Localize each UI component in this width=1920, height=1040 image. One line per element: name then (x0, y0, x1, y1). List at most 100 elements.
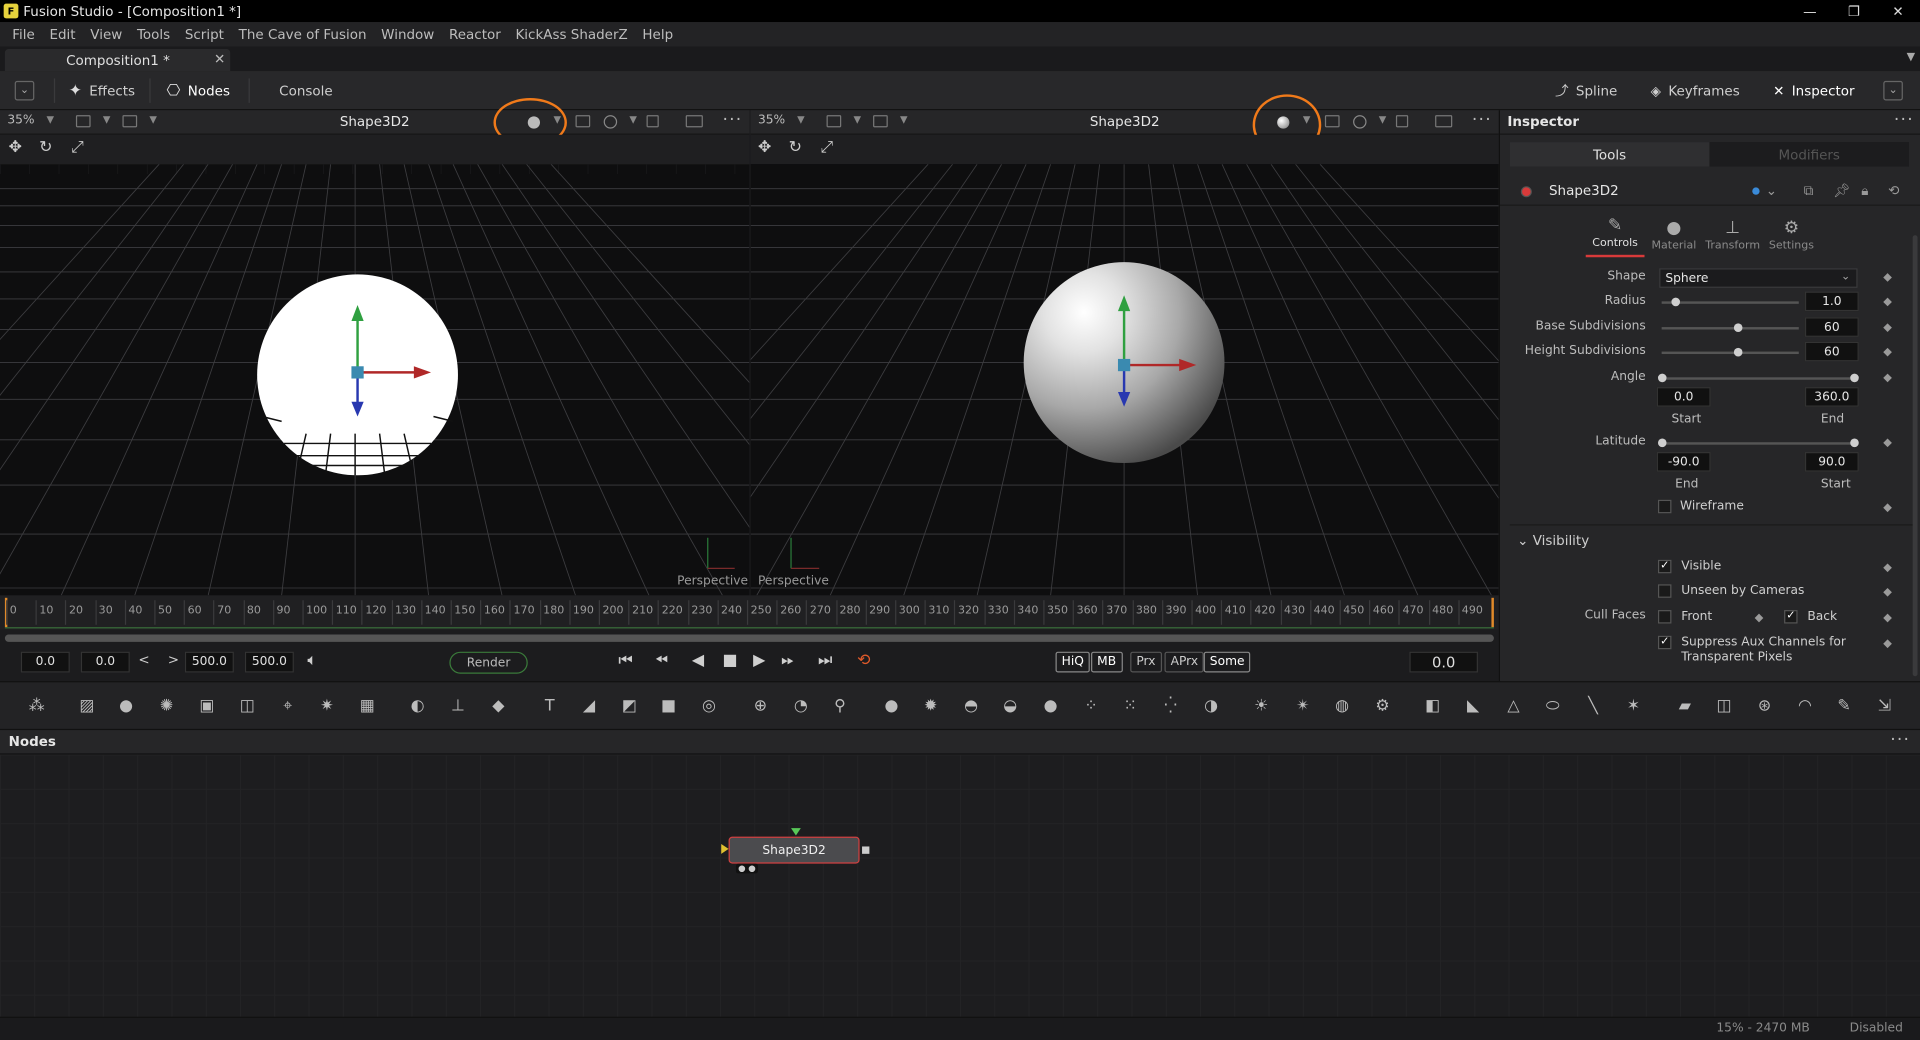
lock-icon[interactable]: 🔒︎ (1861, 183, 1868, 200)
angle-end-handle[interactable] (1850, 373, 1859, 383)
tab-composition1[interactable]: Composition1 * ✕ (4, 49, 231, 72)
layout-icon[interactable] (685, 115, 703, 128)
keyframe-diamond-icon[interactable] (1883, 438, 1892, 448)
chevron-down-icon[interactable]: ▼ (629, 114, 637, 125)
camera-icon[interactable] (575, 115, 591, 128)
stereo-icon[interactable] (646, 115, 659, 128)
tab-overflow-icon[interactable]: ▼ (1907, 51, 1915, 63)
latitude-end-field[interactable]: 90.0 (1804, 452, 1859, 472)
timeline-ruler[interactable]: 0 10 20 30 40 50 60 70 80 90 100 110 120 130 140 150 160… (0, 595, 1499, 630)
tab-tools[interactable]: Tools (1509, 142, 1710, 167)
text-icon[interactable]: T (539, 695, 561, 717)
loop-icon[interactable]: ⟲ (857, 652, 870, 670)
base-subdivisions-handle[interactable] (1733, 323, 1743, 332)
effects-button[interactable]: ✦ Effects (59, 71, 145, 110)
transform3d-icon[interactable]: ⊥ (447, 695, 469, 717)
keyframe-diamond-icon[interactable] (1883, 373, 1892, 383)
inspector-scrollbar[interactable] (1912, 235, 1918, 677)
shape-dropdown[interactable]: Sphere ⌄ (1659, 268, 1858, 288)
keyframe-diamond-icon[interactable] (1883, 503, 1892, 513)
menu-view[interactable]: View (83, 26, 130, 42)
light-icon[interactable] (1353, 115, 1367, 129)
particles-icon[interactable]: ✺ (156, 695, 178, 717)
background-icon[interactable]: ▨ (76, 695, 98, 717)
rotate-icon[interactable]: ↻ (789, 138, 802, 156)
node-output-port[interactable] (862, 846, 870, 854)
latitude-end-handle[interactable] (1850, 438, 1859, 448)
render-end-marker[interactable] (1491, 597, 1494, 628)
keyframe-diamond-icon[interactable] (1883, 563, 1892, 573)
more-options-icon[interactable]: ··· (1890, 730, 1910, 750)
chevron-right-icon[interactable]: > (168, 652, 179, 668)
go-to-end-icon[interactable]: ⏭︎ (818, 652, 832, 670)
render-end-field[interactable]: 500.0 (184, 651, 234, 673)
keyframe-diamond-icon[interactable] (1883, 323, 1892, 333)
subtab-controls[interactable]: ✎ Controls (1585, 208, 1645, 258)
triangle-icon[interactable]: △ (1502, 695, 1524, 717)
glow-icon[interactable]: ⚙ (1371, 695, 1393, 717)
chevron-down-icon[interactable]: ▼ (1379, 114, 1387, 125)
box-icon[interactable]: ◫ (1713, 695, 1735, 717)
angle-start-handle[interactable] (1657, 373, 1667, 383)
phong-icon[interactable]: ⁘ (1080, 695, 1102, 717)
maximize-button[interactable]: ❐ (1832, 0, 1876, 22)
move-icon[interactable]: ✥ (758, 138, 771, 156)
merge3d-icon[interactable]: ⊕ (749, 695, 771, 717)
version-dot[interactable] (1752, 187, 1760, 195)
keyframe-diamond-icon[interactable] (1883, 297, 1892, 307)
line-icon[interactable]: ╲ (1582, 695, 1604, 717)
keyframe-diamond-icon[interactable] (1754, 613, 1764, 623)
locator-icon[interactable]: ⚲ (829, 695, 851, 717)
blinn-icon[interactable]: ● (1040, 695, 1062, 717)
text3d-icon[interactable]: ◆ (487, 695, 509, 717)
cull-back-checkbox[interactable]: ✓ (1784, 610, 1798, 624)
torus-icon[interactable]: ⊛ (1753, 695, 1775, 717)
render-start-field[interactable]: 0.0 (80, 651, 130, 673)
stop-icon[interactable]: ■ (722, 652, 737, 670)
menu-script[interactable]: Script (177, 26, 231, 42)
height-subdivisions-slider[interactable] (1661, 351, 1799, 355)
camera-icon[interactable] (1324, 115, 1340, 128)
point-light-icon[interactable]: ✹ (920, 695, 942, 717)
tool-header[interactable]: Shape3D2 ⌄ ⧉ 📌︎ 🔒︎ ⟲ (1500, 176, 1920, 206)
camera3d-icon[interactable]: ⌖ (277, 695, 299, 717)
light-icon[interactable] (603, 115, 618, 129)
base-subdivisions-field[interactable]: 60 (1804, 317, 1859, 337)
tab-modifiers[interactable]: Modifiers (1709, 142, 1909, 167)
sun-icon[interactable]: ☀ (1250, 695, 1272, 717)
latitude-start-field[interactable]: -90.0 (1656, 452, 1711, 472)
layout-icon[interactable] (1435, 115, 1453, 128)
keyframe-diamond-icon[interactable] (1883, 613, 1892, 623)
chevron-down-icon[interactable]: ⌄ (1766, 183, 1777, 199)
angle-end-field[interactable]: 360.0 (1804, 387, 1859, 407)
scene-icon[interactable]: ◔ (790, 695, 812, 717)
step-back-icon[interactable]: ⏪︎ (655, 652, 668, 670)
bin-icon[interactable]: ⁂ (26, 695, 48, 717)
star-icon[interactable]: ✶ (1622, 695, 1644, 717)
node-input-arrow-icon[interactable] (791, 828, 801, 836)
menu-kickass-shaderz[interactable]: KickAss ShaderZ (508, 26, 635, 42)
flare-icon[interactable]: ✴ (1292, 695, 1314, 717)
motion-blur-toggle[interactable]: MB (1091, 651, 1123, 673)
keyframe-diamond-icon[interactable] (1883, 273, 1892, 282)
cylinder-icon[interactable]: ⬭ (1542, 695, 1564, 717)
more-options-icon[interactable]: ··· (1894, 110, 1914, 130)
unseen-by-cameras-checkbox[interactable] (1657, 584, 1672, 598)
node-editor-canvas[interactable]: Shape3D2 ● ● (0, 754, 1920, 1017)
render-button[interactable]: Render (449, 651, 528, 674)
spline-button[interactable]: ⤴ Spline (1545, 71, 1627, 110)
fog-icon[interactable]: ◧ (1422, 695, 1444, 717)
merge-icon[interactable]: ▣ (196, 695, 218, 717)
base-subdivisions-slider[interactable] (1661, 327, 1799, 330)
spot-light-icon[interactable]: ◓ (960, 695, 982, 717)
tool-color-dot[interactable] (1520, 186, 1532, 198)
menu-cave-of-fusion[interactable]: The Cave of Fusion (231, 26, 374, 42)
tab-close-icon[interactable]: ✕ (214, 51, 225, 67)
play-reverse-icon[interactable]: ◀ (692, 652, 704, 670)
right-viewport[interactable]: Perspective (750, 164, 1499, 596)
keyframe-diamond-icon[interactable] (1883, 639, 1892, 649)
visibility-section-header[interactable]: ⌄ Visibility (1517, 533, 1589, 549)
hiq-toggle[interactable]: HiQ (1055, 651, 1091, 673)
visible-checkbox[interactable]: ✓ (1657, 559, 1672, 574)
chevron-left-icon[interactable]: < (138, 652, 149, 668)
